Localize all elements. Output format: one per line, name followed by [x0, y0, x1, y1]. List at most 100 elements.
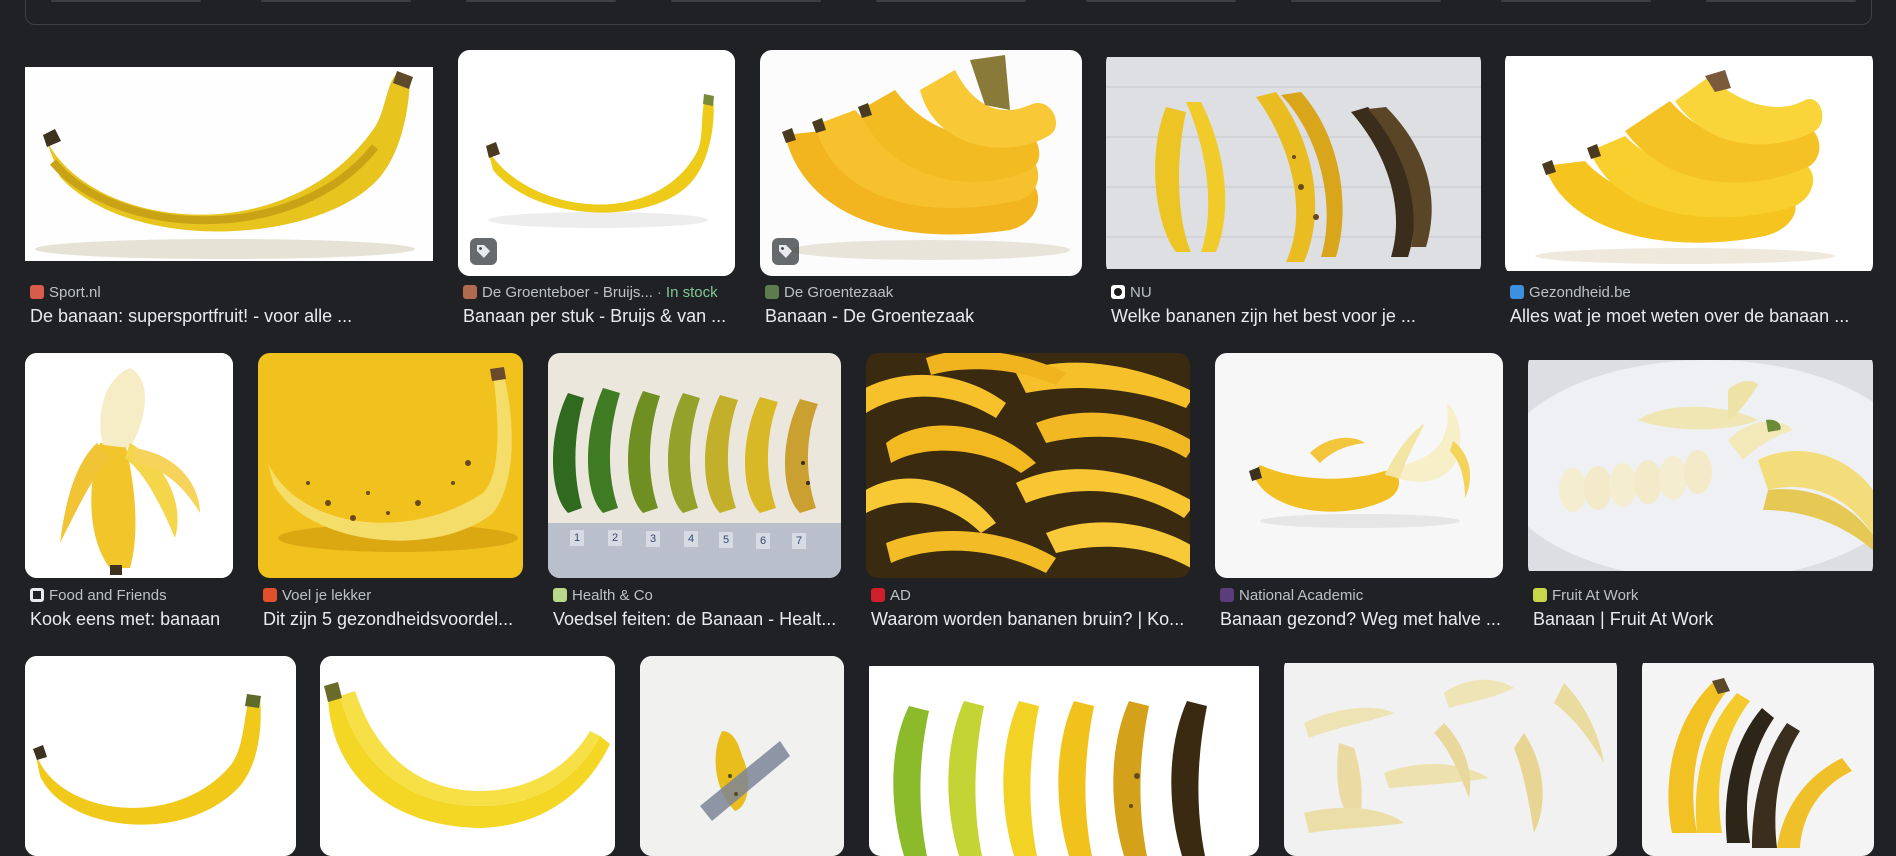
- result-thumbnail-frame[interactable]: [258, 353, 523, 578]
- result-title[interactable]: Dit zijn 5 gezondheidsvoordel...: [263, 607, 521, 631]
- result-card[interactable]: [1284, 656, 1617, 856]
- result-thumbnail-frame[interactable]: [869, 656, 1259, 856]
- filter-chip[interactable]: [876, 0, 1026, 2]
- filter-chip[interactable]: [1706, 0, 1856, 2]
- groentezaak-favicon: [765, 285, 779, 299]
- result-thumbnail[interactable]: [1505, 56, 1873, 271]
- result-card[interactable]: De Groentezaak Banaan - De Groentezaak: [760, 50, 1082, 330]
- filter-chip[interactable]: [51, 0, 201, 2]
- result-thumbnail-frame[interactable]: [1528, 353, 1873, 578]
- ripeness-number: 5: [719, 532, 733, 548]
- result-thumbnail[interactable]: [869, 666, 1259, 856]
- result-title[interactable]: Banaan - De Groentezaak: [765, 304, 1080, 328]
- result-source-name: Gezondheid.be: [1529, 283, 1631, 301]
- result-card[interactable]: Sport.nl De banaan: supersportfruit! - v…: [25, 50, 435, 330]
- result-card[interactable]: [320, 656, 615, 856]
- result-card[interactable]: AD Waarom worden bananen bruin? | Ko...: [866, 353, 1190, 633]
- result-source[interactable]: Fruit At Work: [1533, 586, 1638, 604]
- sport-favicon: [30, 285, 44, 299]
- filter-chip[interactable]: [1501, 0, 1651, 2]
- result-thumbnail[interactable]: [25, 353, 233, 578]
- result-card[interactable]: [869, 656, 1259, 856]
- result-thumbnail[interactable]: [1642, 663, 1874, 856]
- result-thumbnail-frame[interactable]: [640, 656, 844, 856]
- result-title[interactable]: Banaan per stuk - Bruijs & van ...: [463, 304, 733, 328]
- result-thumbnail-frame[interactable]: [1284, 656, 1617, 856]
- result-source-name: NU: [1130, 283, 1152, 301]
- filter-chip[interactable]: [1291, 0, 1441, 2]
- result-source[interactable]: Gezondheid.be: [1510, 283, 1631, 301]
- result-card[interactable]: [1642, 656, 1874, 856]
- result-thumbnail[interactable]: [258, 353, 523, 578]
- result-thumbnail-frame[interactable]: [760, 50, 1082, 276]
- ripeness-number: 1: [570, 530, 584, 546]
- result-thumbnail[interactable]: [1106, 57, 1481, 269]
- filter-chip[interactable]: [466, 0, 616, 2]
- result-card[interactable]: NU Welke bananen zijn het best voor je .…: [1106, 50, 1481, 330]
- result-thumbnail[interactable]: [866, 353, 1190, 578]
- result-title[interactable]: De banaan: supersportfruit! - voor alle …: [30, 304, 430, 328]
- filter-chip[interactable]: [1086, 0, 1236, 2]
- result-thumbnail-frame[interactable]: [866, 353, 1190, 578]
- ripeness-number: 7: [792, 533, 806, 549]
- result-thumbnail-frame[interactable]: 1 2 3 4 5 6 7: [548, 353, 841, 578]
- result-source[interactable]: Health & Co: [553, 586, 653, 604]
- result-thumbnail[interactable]: [640, 656, 844, 856]
- result-card[interactable]: Voel je lekker Dit zijn 5 gezondheidsvoo…: [258, 353, 523, 633]
- result-card[interactable]: Fruit At Work Banaan | Fruit At Work: [1528, 353, 1873, 633]
- shopping-tag-icon: [470, 238, 497, 265]
- result-source-name: National Academic: [1239, 586, 1364, 604]
- result-source[interactable]: Sport.nl: [30, 283, 101, 301]
- result-source[interactable]: NU: [1111, 283, 1152, 301]
- result-card[interactable]: National Academic Banaan gezond? Weg met…: [1215, 353, 1503, 633]
- result-thumbnail-frame[interactable]: [320, 656, 615, 856]
- result-thumbnail[interactable]: [1284, 663, 1617, 856]
- result-title[interactable]: Banaan gezond? Weg met halve ...: [1220, 607, 1503, 631]
- ripeness-number: 2: [608, 530, 622, 546]
- result-thumbnail-frame[interactable]: [458, 50, 735, 276]
- result-thumbnail-frame[interactable]: [25, 50, 435, 276]
- result-card[interactable]: De Groenteboer - Bruijs... · In stock Ba…: [458, 50, 735, 330]
- result-card[interactable]: 1 2 3 4 5 6 7 Health & Co Voedsel feiten…: [548, 353, 841, 633]
- result-source[interactable]: National Academic: [1220, 586, 1363, 604]
- national-academic-favicon: [1220, 588, 1234, 602]
- result-thumbnail-frame[interactable]: [1642, 656, 1874, 856]
- result-title[interactable]: Welke bananen zijn het best voor je ...: [1111, 304, 1481, 328]
- result-title[interactable]: Waarom worden bananen bruin? | Ko...: [871, 607, 1189, 631]
- result-source-name: De Groentezaak: [784, 283, 894, 301]
- result-source-name: Food and Friends: [49, 586, 167, 604]
- result-thumbnail-frame[interactable]: [25, 656, 296, 856]
- result-card[interactable]: [25, 656, 296, 856]
- result-thumbnail[interactable]: [1528, 360, 1873, 571]
- ad-favicon: [871, 588, 885, 602]
- result-source[interactable]: De Groenteboer - Bruijs... · In stock: [463, 283, 733, 301]
- result-thumbnail[interactable]: [25, 67, 433, 261]
- result-thumbnail-frame[interactable]: [1215, 353, 1503, 578]
- result-title[interactable]: Banaan | Fruit At Work: [1533, 607, 1873, 631]
- result-card[interactable]: Gezondheid.be Alles wat je moet weten ov…: [1505, 50, 1873, 330]
- result-thumbnail-frame[interactable]: [25, 353, 233, 578]
- result-source[interactable]: De Groentezaak: [765, 283, 893, 301]
- filter-chip[interactable]: [261, 0, 411, 2]
- gezondheid-favicon: [1510, 285, 1524, 299]
- result-card[interactable]: [640, 656, 844, 856]
- result-title[interactable]: Alles wat je moet weten over de banaan .…: [1510, 304, 1875, 328]
- shopping-tag-icon: [772, 238, 799, 265]
- result-title[interactable]: Voedsel feiten: de Banaan - Healt...: [553, 607, 841, 631]
- result-thumbnail-frame[interactable]: [1505, 50, 1873, 276]
- result-thumbnail[interactable]: [25, 656, 296, 856]
- result-thumbnail[interactable]: [320, 656, 615, 856]
- result-thumbnail[interactable]: [458, 50, 735, 276]
- result-thumbnail-frame[interactable]: [1106, 50, 1481, 276]
- groenteboer-favicon: [463, 285, 477, 299]
- result-source[interactable]: Voel je lekker: [263, 586, 371, 604]
- result-title[interactable]: Kook eens met: banaan: [30, 607, 235, 631]
- ripeness-number: 3: [646, 531, 660, 547]
- result-thumbnail[interactable]: [760, 50, 1082, 276]
- result-card[interactable]: Food and Friends Kook eens met: banaan: [25, 353, 233, 633]
- filter-chip[interactable]: [671, 0, 821, 2]
- result-thumbnail[interactable]: [1215, 353, 1503, 578]
- separator-dot: ·: [656, 283, 662, 301]
- result-source[interactable]: AD: [871, 586, 911, 604]
- result-source[interactable]: Food and Friends: [30, 586, 167, 604]
